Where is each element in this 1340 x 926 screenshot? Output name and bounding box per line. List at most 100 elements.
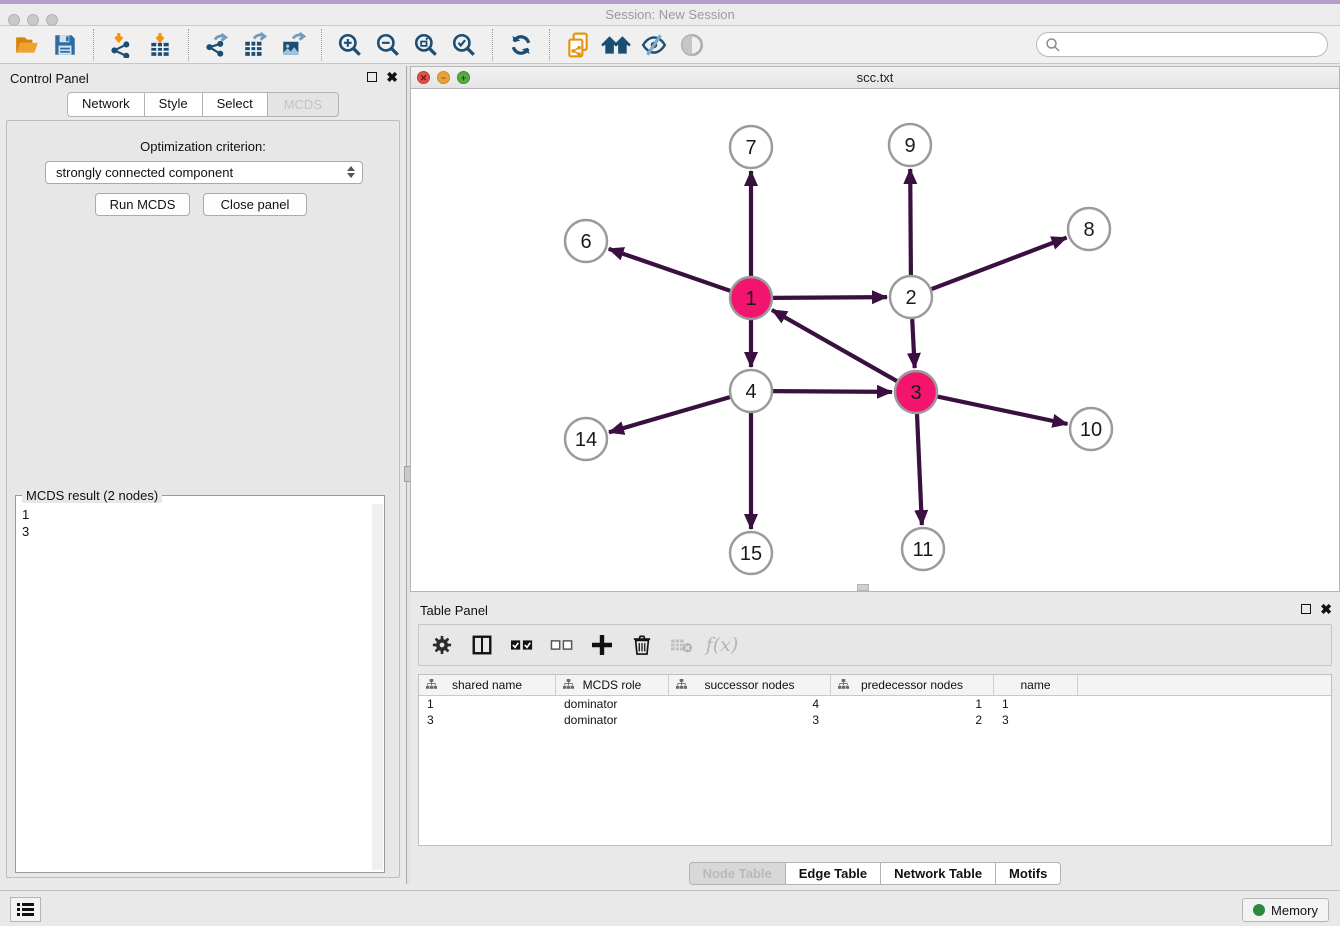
network-window-title: scc.txt [411, 67, 1339, 88]
horizontal-splitter-handle[interactable] [857, 584, 869, 591]
close-panel-icon[interactable]: ✖ [386, 71, 398, 83]
tab-edge-table[interactable]: Edge Table [785, 862, 880, 885]
zoom-out-icon[interactable] [373, 30, 403, 60]
table-row[interactable]: 1 dominator 4 1 1 [419, 696, 1331, 712]
float-table-panel-icon[interactable] [1301, 604, 1311, 614]
zoom-in-icon[interactable] [335, 30, 365, 60]
result-scrollbar[interactable] [372, 504, 383, 870]
refresh-icon[interactable] [506, 30, 536, 60]
import-table-icon[interactable] [145, 30, 175, 60]
search-icon [1045, 37, 1061, 58]
column-header-predecessor-nodes[interactable]: predecessor nodes [831, 675, 994, 695]
close-view-icon[interactable]: ✕ [417, 71, 430, 84]
tab-mcds[interactable]: MCDS [267, 92, 339, 117]
copy-network-icon[interactable] [563, 30, 593, 60]
select-stepper-icon [347, 166, 355, 178]
graph-node[interactable]: 14 [565, 418, 607, 460]
maximize-view-icon[interactable]: + [457, 71, 470, 84]
graph-node[interactable]: 10 [1070, 408, 1112, 450]
criterion-select[interactable]: strongly connected component [45, 161, 363, 184]
export-image-icon[interactable] [278, 30, 308, 60]
network-graph-canvas[interactable]: 7 9 6 8 1 2 4 3 14 10 15 11 [411, 89, 1339, 591]
tab-style[interactable]: Style [144, 92, 202, 117]
close-window-icon[interactable] [8, 14, 20, 26]
graph-edge[interactable] [773, 297, 887, 298]
network-window-controls: ✕ − + [417, 71, 470, 84]
column-header-shared-name[interactable]: shared name [419, 675, 556, 695]
memory-status-icon [1253, 904, 1265, 916]
minimize-window-icon[interactable] [27, 14, 39, 26]
column-header-name[interactable]: name [994, 675, 1078, 695]
mcds-result-title: MCDS result (2 nodes) [22, 488, 162, 503]
tab-node-table[interactable]: Node Table [689, 862, 785, 885]
graph-node[interactable]: 15 [730, 532, 772, 574]
graph-node[interactable]: 4 [730, 370, 772, 412]
export-network-icon[interactable] [202, 30, 232, 60]
memory-button[interactable]: Memory [1242, 898, 1329, 922]
home-view-icon[interactable] [601, 30, 631, 60]
control-panel-title: Control Panel [10, 71, 89, 86]
graph-node[interactable]: 8 [1068, 208, 1110, 250]
graph-node[interactable]: 6 [565, 220, 607, 262]
show-network-icon[interactable] [677, 30, 707, 60]
import-network-icon[interactable] [107, 30, 137, 60]
export-table-icon[interactable] [240, 30, 270, 60]
mcds-result-group: MCDS result (2 nodes) 13 [15, 495, 385, 873]
tab-network-table[interactable]: Network Table [880, 862, 995, 885]
search-input[interactable] [1036, 32, 1328, 57]
svg-text:11: 11 [913, 539, 934, 561]
graph-edge[interactable] [932, 238, 1067, 290]
table-row[interactable]: 3 dominator 3 2 3 [419, 712, 1331, 728]
graph-node[interactable]: 9 [889, 124, 931, 166]
tab-motifs[interactable]: Motifs [995, 862, 1061, 885]
column-view-icon[interactable] [469, 632, 495, 658]
float-panel-icon[interactable] [367, 72, 377, 82]
close-panel-button[interactable]: Close panel [203, 193, 307, 216]
tab-select[interactable]: Select [202, 92, 267, 117]
graph-node[interactable]: 3 [895, 371, 937, 413]
column-header-mcds-role[interactable]: MCDS role [556, 675, 669, 695]
node-table: shared name MCDS role successor nodes pr… [418, 674, 1332, 846]
zoom-selected-icon[interactable] [449, 30, 479, 60]
column-header-successor-nodes[interactable]: successor nodes [669, 675, 831, 695]
close-table-panel-icon[interactable]: ✖ [1320, 603, 1332, 615]
table-header-row: shared name MCDS role successor nodes pr… [419, 675, 1331, 696]
delete-table-icon[interactable] [669, 632, 695, 658]
open-folder-icon[interactable] [12, 30, 42, 60]
zoom-window-icon[interactable] [46, 14, 58, 26]
svg-text:9: 9 [904, 135, 915, 157]
tab-network[interactable]: Network [67, 92, 144, 117]
toolbar-separator [321, 29, 322, 61]
run-mcds-button[interactable]: Run MCDS [95, 193, 190, 216]
graph-node[interactable]: 2 [890, 276, 932, 318]
criterion-value: strongly connected component [56, 165, 233, 180]
zoom-fit-icon[interactable] [411, 30, 441, 60]
delete-columns-icon[interactable] [629, 632, 655, 658]
graph-node[interactable]: 7 [730, 126, 772, 168]
mcds-result-text[interactable]: 13 [16, 504, 372, 870]
toolbar-separator [188, 29, 189, 61]
graph-edge[interactable] [772, 310, 897, 381]
svg-text:3: 3 [910, 382, 921, 404]
gear-icon[interactable] [429, 632, 455, 658]
hide-network-icon[interactable] [639, 30, 669, 60]
graph-node[interactable]: 11 [902, 528, 944, 570]
graph-edge[interactable] [609, 397, 730, 432]
graph-edge[interactable] [609, 249, 731, 291]
graph-edge[interactable] [912, 319, 915, 368]
network-window-titlebar[interactable]: ✕ − + scc.txt [411, 67, 1339, 89]
minimize-view-icon[interactable]: − [437, 71, 450, 84]
graph-edge[interactable] [773, 391, 892, 392]
function-builder-icon[interactable]: f(x) [709, 632, 735, 658]
hierarchy-icon [563, 679, 574, 693]
graph-edge[interactable] [910, 169, 911, 275]
show-panels-button[interactable] [10, 897, 41, 922]
graph-edge[interactable] [938, 397, 1068, 424]
add-column-icon[interactable] [589, 632, 615, 658]
unselect-all-checkboxes-icon[interactable] [549, 632, 575, 658]
control-panel-tabs: Network Style Select MCDS [0, 92, 406, 117]
select-all-checkboxes-icon[interactable] [509, 632, 535, 658]
graph-node[interactable]: 1 [730, 277, 772, 319]
save-icon[interactable] [50, 30, 80, 60]
graph-edge[interactable] [917, 414, 922, 525]
